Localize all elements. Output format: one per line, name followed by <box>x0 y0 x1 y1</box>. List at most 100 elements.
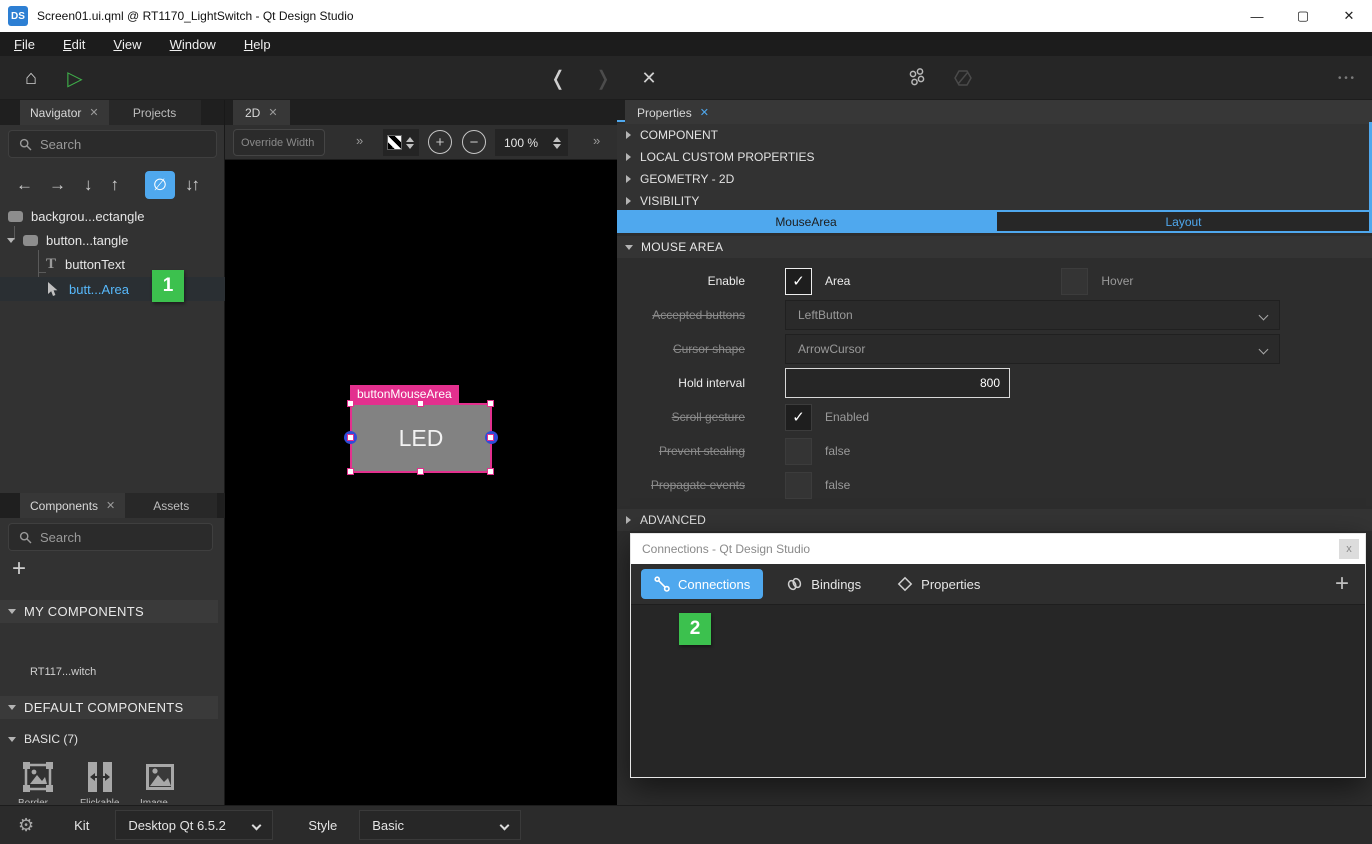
prevent-stealing-checkbox[interactable] <box>785 438 812 465</box>
zoom-out-icon[interactable]: − <box>462 130 486 154</box>
style-dropdown[interactable]: Basic <box>359 810 521 840</box>
move-up-icon[interactable]: ↑ <box>111 175 120 195</box>
menu-view[interactable]: View <box>99 32 155 56</box>
section-default-components[interactable]: DEFAULT COMPONENTS <box>0 696 218 719</box>
section-mouse-area[interactable]: MOUSE AREA <box>617 236 1372 258</box>
reverse-order-icon[interactable]: ↓↑ <box>185 175 198 195</box>
section-visibility[interactable]: VISIBILITY <box>617 190 1372 212</box>
minimize-button[interactable]: — <box>1234 0 1280 32</box>
resize-handle-nw[interactable] <box>347 400 354 407</box>
tree-item-button-mouse-area[interactable]: butt...Area <box>0 277 225 301</box>
zoom-in-icon[interactable]: + <box>428 130 452 154</box>
annotations-icon[interactable] <box>946 56 980 100</box>
component-item-rt1170-switch[interactable]: RT117...witch <box>30 666 96 678</box>
resize-handle-ne[interactable] <box>487 400 494 407</box>
area-checkbox[interactable]: ✓ <box>785 268 812 295</box>
close-document-icon[interactable]: ✕ <box>633 56 665 100</box>
expander-icon[interactable] <box>7 238 15 243</box>
override-width-input[interactable] <box>233 129 325 156</box>
resize-handle-s[interactable] <box>417 468 424 475</box>
move-right-icon[interactable]: → <box>49 175 66 195</box>
canvas-item-led-button[interactable]: LED <box>350 403 492 473</box>
tab-projects[interactable]: Projects <box>109 100 201 125</box>
navigator-search[interactable] <box>8 130 217 158</box>
hover-checkbox[interactable] <box>1061 268 1088 295</box>
propagate-events-checkbox[interactable] <box>785 472 812 499</box>
section-geometry-2d[interactable]: GEOMETRY - 2D <box>617 168 1372 190</box>
maximize-button[interactable]: ▢ <box>1280 0 1326 32</box>
run-play-icon[interactable]: ▷ <box>60 56 90 100</box>
menu-file[interactable]: File <box>0 32 49 56</box>
back-arrow-icon[interactable]: ❬ <box>543 56 573 100</box>
tree-item-button-rectangle[interactable]: button...tangle <box>0 228 225 252</box>
tab-components[interactable]: Components ✕ <box>20 493 125 518</box>
close-icon[interactable]: ✕ <box>700 106 709 119</box>
tab-properties-label: Properties <box>637 106 692 120</box>
row-cursor-shape: Cursor shape ArrowCursor <box>617 332 1372 366</box>
subtab-mousearea[interactable]: MouseArea <box>617 210 995 233</box>
scroll-gesture-checkbox[interactable]: ✓ <box>785 404 812 431</box>
section-advanced[interactable]: ADVANCED <box>617 509 1372 531</box>
move-down-icon[interactable]: ↓ <box>84 175 93 195</box>
overflow-menu-icon[interactable]: • • • <box>1326 56 1366 100</box>
section-component[interactable]: COMPONENT <box>617 124 1372 146</box>
close-icon[interactable]: ✕ <box>268 106 277 119</box>
move-left-icon[interactable]: ← <box>16 175 33 195</box>
components-search[interactable] <box>8 523 213 551</box>
navigator-search-input[interactable] <box>40 137 180 152</box>
subtab-layout[interactable]: Layout <box>995 210 1372 233</box>
workspace-nodes-icon[interactable] <box>900 56 934 100</box>
section-basic[interactable]: BASIC (7) <box>0 728 218 750</box>
add-connection-icon[interactable]: + <box>1335 570 1349 598</box>
section-my-components[interactable]: MY COMPONENTS <box>0 600 218 623</box>
section-local-custom-properties[interactable]: LOCAL CUSTOM PROPERTIES <box>617 146 1372 168</box>
components-search-input[interactable] <box>40 530 180 545</box>
menu-help[interactable]: Help <box>230 32 285 56</box>
toolbar-overflow-icon[interactable]: » <box>356 133 363 148</box>
dialog-close-icon[interactable]: x <box>1339 539 1359 559</box>
tab-navigator[interactable]: Navigator ✕ <box>20 100 109 125</box>
resize-handle-sw[interactable] <box>347 468 354 475</box>
accepted-buttons-dropdown[interactable]: LeftButton <box>785 300 1280 330</box>
dialog-title: Connections - Qt Design Studio <box>642 542 810 556</box>
home-icon[interactable]: ⌂ <box>16 56 46 100</box>
tab-properties[interactable]: Properties ✕ <box>625 100 1372 125</box>
tab-assets-label: Assets <box>153 499 189 513</box>
spinner-icon[interactable] <box>406 137 414 149</box>
forward-arrow-icon[interactable]: ❭ <box>588 56 618 100</box>
menu-edit[interactable]: Edit <box>49 32 99 56</box>
dialog-tab-bindings[interactable]: Bindings <box>773 569 874 599</box>
menu-window[interactable]: Window <box>156 32 230 56</box>
add-module-icon[interactable]: + <box>12 555 26 583</box>
hold-interval-input[interactable] <box>785 368 1010 398</box>
tab-2d[interactable]: 2D ✕ <box>233 100 290 125</box>
component-image[interactable] <box>142 759 178 800</box>
toolbar-overflow-icon[interactable]: » <box>593 133 600 148</box>
dialog-tab-connections[interactable]: Connections <box>641 569 763 599</box>
component-flickable[interactable] <box>82 759 118 800</box>
cursor-shape-dropdown[interactable]: ArrowCursor <box>785 334 1280 364</box>
spinner-icon[interactable] <box>553 137 561 149</box>
close-icon[interactable]: ✕ <box>89 106 98 119</box>
tree-item-button-text[interactable]: T buttonText <box>0 252 225 276</box>
close-button[interactable]: ✕ <box>1326 0 1372 32</box>
settings-gear-icon[interactable]: ⚙ <box>18 815 34 836</box>
dialog-titlebar[interactable]: Connections - Qt Design Studio x <box>631 534 1365 564</box>
dropdown-value: ArrowCursor <box>798 342 865 356</box>
resize-handle-e[interactable] <box>487 434 494 441</box>
dialog-tab-properties[interactable]: Properties <box>884 569 993 599</box>
resize-handle-w[interactable] <box>347 434 354 441</box>
resize-handle-se[interactable] <box>487 468 494 475</box>
zoom-level-selector[interactable]: 100 % <box>495 129 568 156</box>
filter-visibility-icon[interactable]: ∅ <box>145 171 175 199</box>
kit-dropdown[interactable]: Desktop Qt 6.5.2 <box>115 810 273 840</box>
connection-icon <box>654 576 670 592</box>
tree-item-background-rectangle[interactable]: backgrou...ectangle <box>0 204 225 228</box>
rectangle-icon <box>8 211 23 222</box>
background-color-selector[interactable] <box>383 129 419 156</box>
close-icon[interactable]: ✕ <box>106 499 115 512</box>
resize-handle-n[interactable] <box>417 400 424 407</box>
component-border-image[interactable] <box>20 759 56 800</box>
tab-assets[interactable]: Assets <box>125 493 217 518</box>
row-hold-interval: Hold interval <box>617 366 1372 400</box>
